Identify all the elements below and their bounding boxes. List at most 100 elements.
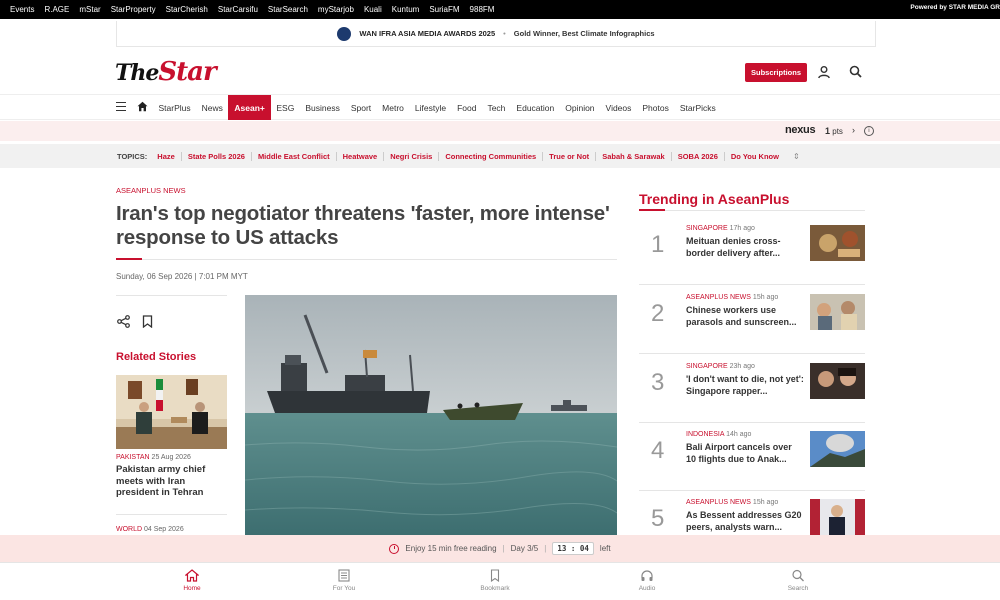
nav-item-news[interactable]: News xyxy=(196,95,228,120)
nav-item-metro[interactable]: Metro xyxy=(377,95,410,120)
nav-item-asean[interactable]: Asean+ xyxy=(228,95,271,120)
topics-expand-icon[interactable]: ⇕ xyxy=(793,152,800,161)
hamburger-menu-icon[interactable] xyxy=(116,102,126,111)
trending-thumbnail[interactable] xyxy=(810,363,865,399)
bottom-nav-label: Bookmark xyxy=(480,585,510,592)
network-link[interactable]: myStarjob xyxy=(318,5,354,14)
award-separator: • xyxy=(503,29,506,38)
nav-item-food[interactable]: Food xyxy=(452,95,482,120)
trending-item[interactable]: 1 SINGAPORE 17h ago Meituan denies cross… xyxy=(639,225,865,283)
topics-bar: TOPICS: Haze State Polls 2026 Middle Eas… xyxy=(0,144,1000,168)
site-header: TheStar Subscriptions xyxy=(0,47,1000,94)
nav-item-lifestyle[interactable]: Lifestyle xyxy=(409,95,451,120)
share-icon[interactable] xyxy=(117,315,130,328)
bookmark-icon[interactable] xyxy=(142,315,153,328)
network-link[interactable]: StarCherish xyxy=(166,5,208,14)
trending-thumbnail[interactable] xyxy=(810,431,865,467)
trending-headline[interactable]: Meituan denies cross-border delivery aft… xyxy=(686,235,804,259)
nexus-points[interactable]: 1 pts xyxy=(825,126,843,136)
network-link[interactable]: StarCarsifu xyxy=(218,5,258,14)
search-icon[interactable] xyxy=(849,65,862,78)
main-nav: StarPlus News Asean+ ESG Business Sport … xyxy=(0,94,1000,120)
trending-item[interactable]: 3 SINGAPORE 23h ago 'I don't want to die… xyxy=(639,363,865,421)
trending-headline[interactable]: As Bessent addresses G20 peers, analysts… xyxy=(686,509,804,533)
nav-item-education[interactable]: Education xyxy=(511,95,560,120)
bottom-nav-audio[interactable]: Audio xyxy=(617,569,677,592)
trending-meta: SINGAPORE 23h ago xyxy=(686,363,755,370)
bottom-nav-bookmark[interactable]: Bookmark xyxy=(465,569,525,592)
nexus-logo[interactable]: nexus xyxy=(785,124,816,136)
reading-offer-text: Enjoy 15 min free reading xyxy=(405,544,497,553)
trending-item[interactable]: 2 ASEANPLUS NEWS 15h ago Chinese workers… xyxy=(639,294,865,352)
trending-headline[interactable]: Chinese workers use parasols and sunscre… xyxy=(686,304,804,328)
nav-item-tech[interactable]: Tech xyxy=(482,95,511,120)
nav-item-starpicks[interactable]: StarPicks xyxy=(674,95,721,120)
nav-items: StarPlus News Asean+ ESG Business Sport … xyxy=(153,95,721,120)
topic-link[interactable]: Sabah & Sarawak xyxy=(595,151,671,161)
bottom-nav-search[interactable]: Search xyxy=(768,569,828,592)
related-story-image[interactable] xyxy=(116,375,227,449)
home-icon xyxy=(185,569,199,582)
nav-item-business[interactable]: Business xyxy=(300,95,346,120)
topic-link[interactable]: Haze xyxy=(151,152,181,161)
award-badge-icon xyxy=(337,26,352,41)
network-link[interactable]: Kuali xyxy=(364,5,382,14)
trending-headline[interactable]: Bali Airport cancels over 10 flights due… xyxy=(686,441,804,465)
topic-link[interactable]: Connecting Communities xyxy=(438,151,542,161)
trending-meta: ASEANPLUS NEWS 15h ago xyxy=(686,294,778,301)
trending-thumbnail[interactable] xyxy=(810,225,865,261)
trending-category[interactable]: ASEANPLUS NEWS xyxy=(686,294,751,301)
trending-thumbnail[interactable] xyxy=(810,294,865,330)
subscriptions-button[interactable]: Subscriptions xyxy=(745,63,807,82)
network-link[interactable]: 988FM xyxy=(470,5,495,14)
topic-link[interactable]: Middle East Conflict xyxy=(250,151,336,161)
trending-time: 15h ago xyxy=(752,294,779,301)
network-links: Events R.AGE mStar StarProperty StarCher… xyxy=(10,5,504,14)
trending-category[interactable]: ASEANPLUS NEWS xyxy=(686,499,751,506)
trending-category[interactable]: SINGAPORE xyxy=(686,363,728,370)
trending-meta: SINGAPORE 17h ago xyxy=(686,225,755,232)
left-divider xyxy=(116,295,227,296)
trending-headline[interactable]: 'I don't want to die, not yet': Singapor… xyxy=(686,373,804,397)
topic-link[interactable]: Negri Crisis xyxy=(383,151,438,161)
nav-item-sport[interactable]: Sport xyxy=(345,95,376,120)
nav-item-opinion[interactable]: Opinion xyxy=(560,95,600,120)
network-link[interactable]: Kuntum xyxy=(392,5,420,14)
bookmark-icon xyxy=(490,569,500,582)
related-story-category[interactable]: PAKISTAN xyxy=(116,454,150,461)
topic-link[interactable]: True or Not xyxy=(542,151,595,161)
related-story-title[interactable]: Pakistan army chief meets with Iran pres… xyxy=(116,464,227,499)
bottom-nav-label: Audio xyxy=(638,585,656,592)
trending-category[interactable]: SINGAPORE xyxy=(686,225,728,232)
home-icon[interactable] xyxy=(137,101,148,112)
nav-item-photos[interactable]: Photos xyxy=(637,95,674,120)
the-star-logo[interactable]: TheStar xyxy=(115,57,217,87)
network-link[interactable]: SuriaFM xyxy=(429,5,459,14)
nav-item-starplus[interactable]: StarPlus xyxy=(153,95,196,120)
chevron-right-icon[interactable]: › xyxy=(852,125,855,135)
trending-thumbnail[interactable] xyxy=(810,499,865,535)
topic-link[interactable]: State Polls 2026 xyxy=(180,151,251,161)
network-link[interactable]: mStar xyxy=(79,5,100,14)
topic-link[interactable]: Heatwave xyxy=(335,151,384,161)
bottom-nav-home[interactable]: Home xyxy=(162,569,222,592)
nav-item-videos[interactable]: Videos xyxy=(600,95,637,120)
network-link[interactable]: StarProperty xyxy=(111,5,156,14)
award-banner[interactable]: WAN IFRA ASIA MEDIA AWARDS 2025 • Gold W… xyxy=(116,21,876,47)
network-link[interactable]: R.AGE xyxy=(44,5,69,14)
network-link[interactable]: StarSearch xyxy=(268,5,308,14)
related-stories-title: Related Stories xyxy=(116,351,197,363)
network-link[interactable]: Events xyxy=(10,5,34,14)
related-story-category[interactable]: WORLD xyxy=(116,526,142,533)
nav-item-esg[interactable]: ESG xyxy=(271,95,300,120)
info-icon[interactable]: i xyxy=(864,126,874,136)
bottom-nav-for-you[interactable]: For You xyxy=(314,569,374,592)
trending-item[interactable]: 4 INDONESIA 14h ago Bali Airport cancels… xyxy=(639,431,865,489)
user-icon[interactable] xyxy=(817,65,831,79)
topic-link[interactable]: SOBA 2026 xyxy=(670,151,724,161)
article-kicker[interactable]: ASEANPLUS NEWS xyxy=(116,186,186,195)
related-story-meta: WORLD 04 Sep 2026 xyxy=(116,526,184,533)
topic-link[interactable]: Do You Know xyxy=(723,151,785,161)
bottom-nav-label: For You xyxy=(332,585,356,592)
trending-category[interactable]: INDONESIA xyxy=(686,431,724,438)
